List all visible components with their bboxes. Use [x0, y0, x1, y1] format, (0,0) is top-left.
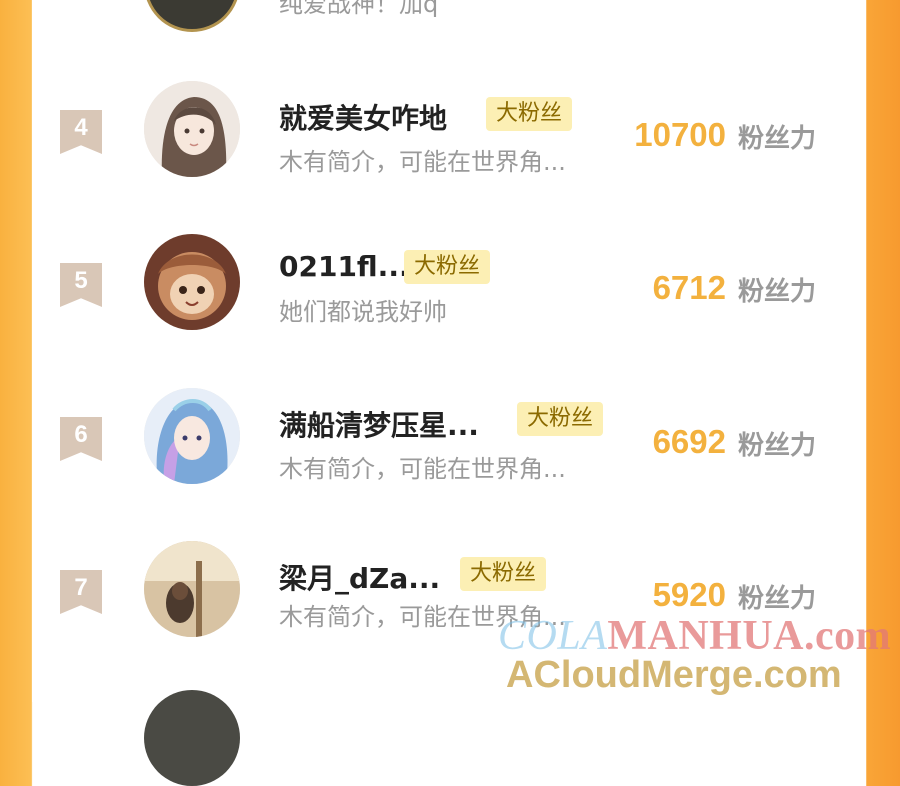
- rank-badge: 6: [60, 417, 102, 461]
- rank-badge: 5: [60, 263, 102, 307]
- watermark-cola: COLA: [498, 613, 608, 659]
- avatar[interactable]: [144, 81, 240, 177]
- fan-ranking-list: 纯爱战神！加q 4 就爱美女咋地 大粉丝 木有简介，可能在世界角... 1070…: [32, 0, 866, 786]
- fan-power-unit: 粉丝力: [738, 277, 817, 307]
- avatar[interactable]: [144, 541, 240, 637]
- user-bio: 木有简介，可能在世界角...: [279, 148, 566, 176]
- fan-power-unit: 粉丝力: [738, 124, 817, 154]
- fan-level-badge: 大粉丝: [460, 557, 547, 591]
- user-name[interactable]: 0211fl...: [279, 250, 410, 283]
- fan-power-value: 5920: [652, 576, 726, 613]
- fan-power-value: 10700: [634, 116, 726, 153]
- watermark-manhua: MANHUA.com: [607, 613, 892, 659]
- fan-level-badge: 大粉丝: [486, 97, 573, 131]
- watermark-text-2: ACloudMerge.com: [506, 654, 842, 696]
- user-name[interactable]: 就爱美女咋地: [279, 97, 447, 137]
- list-item[interactable]: 4 就爱美女咋地 大粉丝 木有简介，可能在世界角... 10700 粉丝力: [32, 55, 866, 205]
- user-name[interactable]: 满船清梦压星...: [279, 404, 479, 444]
- avatar[interactable]: [144, 0, 240, 32]
- avatar[interactable]: [144, 388, 240, 484]
- list-item[interactable]: 5 0211fl... 大粉丝 她们都说我好帅 6712 粉丝力: [32, 208, 866, 358]
- avatar[interactable]: [144, 234, 240, 330]
- fan-power-value: 6712: [652, 269, 726, 306]
- fan-level-badge: 大粉丝: [517, 402, 604, 436]
- user-bio: 纯爱战神！加q: [279, 0, 439, 18]
- rank-badge: 4: [60, 110, 102, 154]
- fan-power-value: 6692: [652, 423, 726, 460]
- fan-level-badge: 大粉丝: [404, 250, 491, 284]
- user-bio: 她们都说我好帅: [279, 298, 447, 326]
- fan-power-unit: 粉丝力: [738, 431, 817, 461]
- user-name[interactable]: 梁月_dZa...: [279, 557, 440, 597]
- watermark-text: COLAMANHUA.com: [498, 612, 891, 660]
- avatar[interactable]: [144, 690, 240, 786]
- list-item[interactable]: 6 满船清梦压星... 大粉丝 木有简介，可能在世界角... 6692 粉丝力: [32, 362, 866, 512]
- user-bio: 木有简介，可能在世界角...: [279, 455, 566, 483]
- rank-badge: 7: [60, 570, 102, 614]
- fan-power-unit: 粉丝力: [738, 584, 817, 614]
